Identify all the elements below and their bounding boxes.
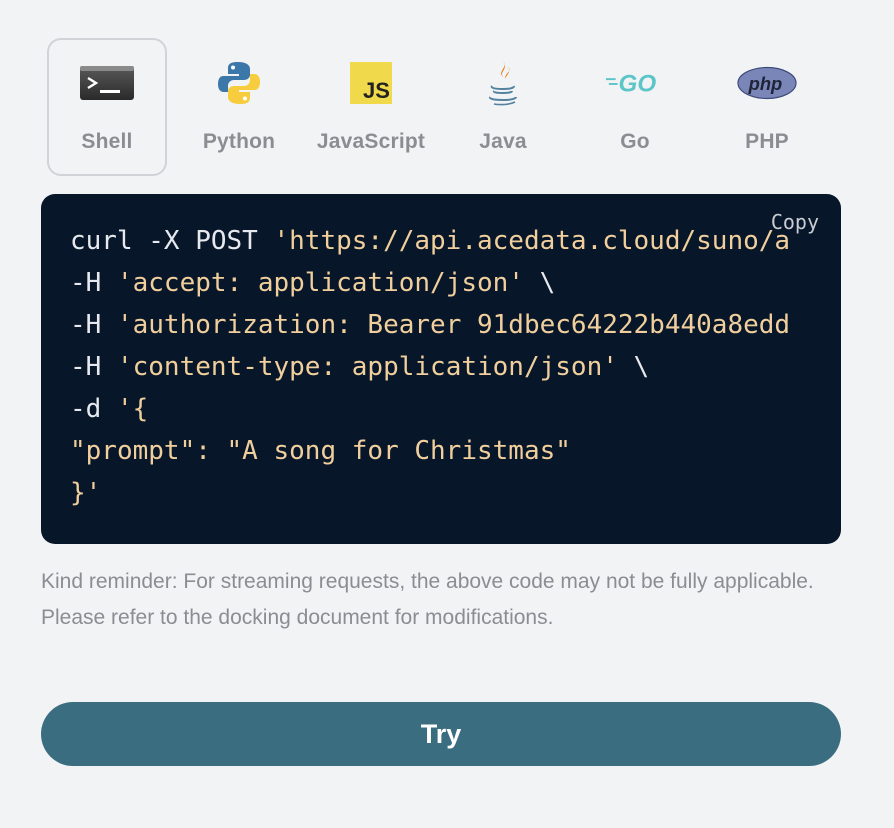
svg-text:JS: JS [363, 78, 390, 103]
code-line: curl -X POST 'https://api.acedata.cloud/… [70, 226, 791, 256]
svg-text:GO: GO [619, 71, 657, 98]
tab-label: Python [202, 130, 276, 153]
code-line: "prompt": "A song for Christmas" [70, 436, 571, 466]
language-tabs: Shell Python JS JavaScript Java GO Go ph… [41, 38, 833, 176]
tab-label: PHP [745, 130, 789, 153]
svg-text:php: php [748, 73, 783, 94]
shell-terminal-icon [77, 58, 137, 108]
tab-label: Go [620, 130, 650, 153]
try-button[interactable]: Try [41, 702, 841, 766]
code-line: -H 'content-type: application/json' \ [70, 352, 650, 382]
javascript-logo-icon: JS [341, 58, 401, 108]
tab-label: Shell [81, 130, 133, 153]
tab-javascript[interactable]: JS JavaScript [305, 38, 437, 176]
java-logo-icon [473, 58, 533, 108]
python-logo-icon [209, 58, 269, 108]
streaming-reminder-text: Kind reminder: For streaming requests, t… [41, 570, 814, 629]
tab-label: JavaScript [316, 130, 426, 153]
code-line: -H 'authorization: Bearer 91dbec64222b44… [70, 310, 791, 340]
tab-label: Java [479, 130, 527, 153]
code-line: -d '{ [70, 394, 149, 424]
tab-shell[interactable]: Shell [47, 38, 167, 176]
go-logo-icon: GO [605, 58, 665, 108]
code-sample-panel: Shell Python JS JavaScript Java GO Go ph… [0, 0, 894, 828]
tab-java[interactable]: Java [437, 38, 569, 176]
php-logo-icon: php [737, 58, 797, 108]
tab-php[interactable]: php PHP [701, 38, 833, 176]
tab-go[interactable]: GO Go [569, 38, 701, 176]
tab-python[interactable]: Python [173, 38, 305, 176]
code-snippet: curl -X POST 'https://api.acedata.cloud/… [70, 220, 790, 514]
code-line: }' [70, 478, 102, 508]
code-block: Copy curl -X POST 'https://api.acedata.c… [41, 194, 841, 544]
code-line: -H 'accept: application/json' \ [70, 268, 556, 298]
